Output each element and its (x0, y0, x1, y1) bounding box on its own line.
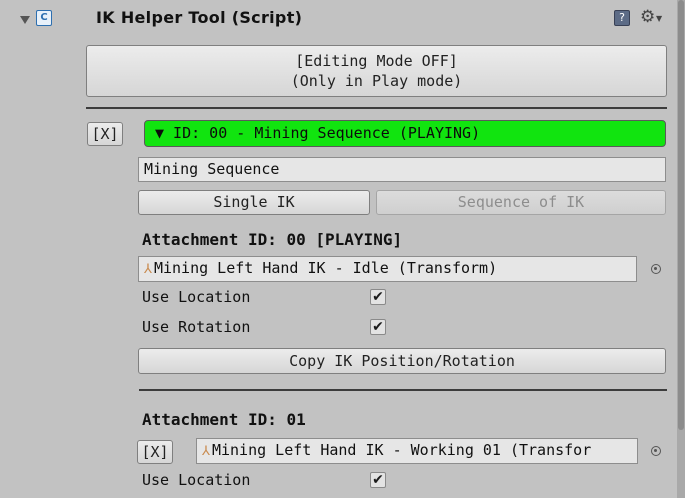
use-location-checkbox[interactable]: ✔ (370, 472, 386, 488)
sequence-of-ik-button[interactable]: Sequence of IK (376, 190, 666, 215)
check-icon: ✔ (372, 319, 384, 335)
help-icon[interactable]: ? (614, 10, 630, 26)
use-rotation-checkbox[interactable]: ✔ (370, 319, 386, 335)
editing-mode-line1: [Editing Mode OFF] (295, 52, 458, 70)
attachment-heading: Attachment ID: 01 (142, 410, 306, 429)
single-ik-button[interactable]: Single IK (138, 190, 370, 215)
script-icon: C (36, 10, 52, 26)
transform-icon: ⅄ (202, 444, 210, 459)
attachment-heading: Attachment ID: 00 [PLAYING] (142, 230, 403, 249)
separator (86, 107, 667, 109)
check-icon: ✔ (372, 289, 384, 305)
component-title: IK Helper Tool (Script) (96, 8, 303, 27)
separator (139, 389, 667, 391)
editing-mode-line2: (Only in Play mode) (290, 72, 463, 90)
chevron-down-icon[interactable]: ▼ (656, 14, 662, 23)
transform-icon: ⅄ (144, 262, 152, 277)
sequence-name-field[interactable]: Mining Sequence (138, 157, 666, 182)
object-field-value: Mining Left Hand IK - Working 01 (Transf… (211, 441, 592, 459)
object-picker-icon[interactable] (651, 446, 661, 456)
sequence-foldout-header[interactable]: ▼ ID: 00 - Mining Sequence (PLAYING) (144, 120, 666, 147)
fold-triangle-icon[interactable] (20, 16, 30, 24)
use-location-checkbox[interactable]: ✔ (370, 289, 386, 305)
editing-mode-button[interactable]: [Editing Mode OFF] (Only in Play mode) (86, 45, 667, 97)
check-icon: ✔ (372, 472, 384, 488)
copy-ik-position-rotation-button[interactable]: Copy IK Position/Rotation (138, 348, 666, 374)
use-location-label: Use Location (142, 288, 251, 306)
remove-attachment-button[interactable]: [X] (137, 440, 173, 464)
transform-object-field[interactable]: ⅄ Mining Left Hand IK - Idle (Transform) (138, 256, 637, 282)
gear-icon[interactable]: ⚙ (640, 7, 655, 27)
remove-sequence-button[interactable]: [X] (87, 122, 123, 146)
transform-object-field[interactable]: ⅄ Mining Left Hand IK - Working 01 (Trans… (196, 438, 638, 464)
inspector-scroll-thumb[interactable] (678, 0, 684, 430)
object-picker-icon[interactable] (651, 264, 661, 274)
use-rotation-label: Use Rotation (142, 318, 251, 336)
object-field-value: Mining Left Hand IK - Idle (Transform) (153, 259, 498, 277)
use-location-label: Use Location (142, 471, 251, 489)
